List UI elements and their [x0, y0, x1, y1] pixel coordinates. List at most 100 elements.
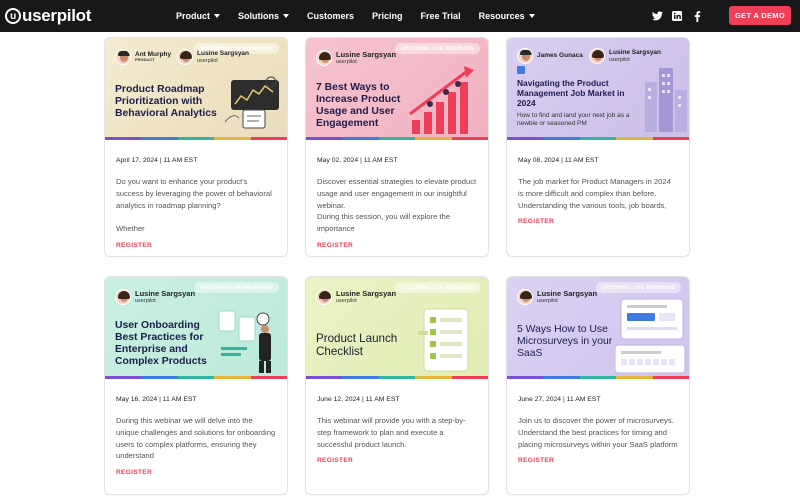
host-info: Ant Murphy PRODUCT: [115, 49, 171, 65]
webinar-title: Navigating the Product Management Job Ma…: [517, 78, 625, 108]
host-brand: PRODUCT: [135, 57, 155, 63]
webinar-subtitle: How to find and land your next job as a …: [517, 112, 630, 128]
webinar-title: Product Launch Checklist: [316, 332, 398, 359]
host-brand: userpilot: [537, 298, 558, 305]
webinar-thumbnail[interactable]: UPCOMING LIVE WEBINARS Lusine Sargsyan u…: [306, 38, 488, 140]
avatar: [316, 50, 332, 66]
webinar-title: User Onboarding Best Practices for Enter…: [115, 320, 207, 368]
logo-text: userpilot: [22, 6, 92, 25]
webinar-date: June 27, 2024 | 11 AM EST: [518, 396, 601, 403]
microsurvey-illustration: [615, 298, 686, 374]
host-brand: userpilot: [135, 298, 156, 305]
avatar: [177, 49, 193, 65]
avatar: [115, 49, 131, 65]
nav-item-label: Solutions: [238, 11, 280, 21]
onboarding-illustration: [218, 310, 271, 373]
webinar-thumbnail[interactable]: James Gunaca Lusine Sargsyan userpilot N…: [507, 38, 689, 140]
webinar-card[interactable]: UPCOMING LIVE WEBINARS Ant Murphy PRODUC…: [104, 37, 288, 257]
register-link[interactable]: REGISTER: [518, 218, 678, 225]
host-info: Lusine Sargsyan userpilot: [316, 289, 396, 305]
webinar-thumbnail[interactable]: UPCOMING LIVE WEBINARS Ant Murphy PRODUC…: [105, 38, 287, 140]
tablet-illustration: [224, 76, 279, 129]
nav-item-customers[interactable]: Customers: [307, 11, 354, 21]
host-name: Lusine Sargsyan: [135, 288, 196, 298]
upcoming-badge: UPCOMING LIVE WEBINARS: [394, 43, 480, 54]
color-stripe: [507, 376, 689, 379]
nav-item-product[interactable]: Product: [176, 11, 221, 21]
webinar-card[interactable]: UPCOMING LIVE WEBINARS Lusine Sargsyan u…: [305, 37, 489, 257]
color-stripe: [306, 137, 488, 140]
host-name: Lusine Sargsyan: [537, 288, 598, 298]
brand-square-icon: [517, 66, 525, 74]
webinar-title: Product Roadmap Prioritization with Beha…: [115, 84, 217, 120]
webinar-description: During this webinar we will delve into t…: [116, 416, 276, 461]
nav-item-label: Pricing: [372, 11, 403, 21]
host-info: Lusine Sargsyan userpilot: [177, 49, 249, 65]
nav-item-pricing[interactable]: Pricing: [372, 11, 403, 21]
chevron-down-icon: [214, 14, 221, 18]
webinar-card[interactable]: UPCOMING LIVE WEBINARS Lusine Sargsyan u…: [104, 276, 288, 495]
nav-item-label: Product: [176, 11, 211, 21]
color-stripe: [507, 137, 689, 140]
webinar-card[interactable]: UPCOMING LIVE WEBINARS Lusine Sargsyan u…: [305, 276, 489, 495]
growth-chart-illustration: [409, 66, 474, 134]
host-info: Lusine Sargsyan userpilot: [316, 50, 396, 66]
avatar: [517, 289, 533, 305]
register-link[interactable]: REGISTER: [116, 242, 276, 249]
nav-menu: Product Solutions Customers Pricing Free…: [176, 0, 535, 32]
webinar-title: 7 Best Ways to Increase Product Usage an…: [316, 82, 401, 130]
logo-mark: u: [5, 8, 21, 24]
webinar-description: This webinar will provide you with a ste…: [317, 416, 466, 449]
host-name: Lusine Sargsyan: [609, 49, 662, 57]
webinar-thumbnail[interactable]: UPCOMING LIVE WEBINARS Lusine Sargsyan u…: [507, 277, 689, 379]
host-info: Lusine Sargsyan userpilot: [115, 289, 195, 305]
top-navigation: u userpilot Product Solutions Customers …: [0, 0, 800, 32]
webinar-title: 5 Ways How to Use Microsurveys in your S…: [517, 324, 613, 360]
avatar: [115, 289, 131, 305]
color-stripe: [105, 376, 287, 379]
host-brand: userpilot: [197, 57, 218, 64]
facebook-icon[interactable]: [690, 9, 704, 23]
webinar-date: June 12, 2024 | 11 AM EST: [317, 396, 400, 403]
upcoming-badge: UPCOMING LIVE WEBINARS: [595, 282, 681, 293]
webinar-card[interactable]: James Gunaca Lusine Sargsyan userpilot N…: [506, 37, 690, 257]
webinar-card[interactable]: UPCOMING LIVE WEBINARS Lusine Sargsyan u…: [506, 276, 690, 495]
webinar-thumbnail[interactable]: UPCOMING LIVE WEBINARS Lusine Sargsyan u…: [306, 277, 488, 379]
webinar-description: The job market for Product Managers in 2…: [518, 177, 671, 210]
city-illustration: [645, 68, 687, 132]
webinar-thumbnail[interactable]: UPCOMING LIVE WEBINARS Lusine Sargsyan u…: [105, 277, 287, 379]
register-link[interactable]: REGISTER: [116, 469, 276, 476]
chevron-down-icon: [528, 14, 535, 18]
host-info: James Gunaca: [517, 48, 583, 64]
register-link[interactable]: REGISTER: [317, 242, 477, 249]
userpilot-logo[interactable]: u userpilot: [5, 6, 91, 26]
avatar: [589, 48, 605, 64]
avatar: [316, 289, 332, 305]
webinar-date: May 02, 2024 | 11 AM EST: [317, 157, 398, 164]
webinar-date: May 16, 2024 | 11 AM EST: [116, 396, 197, 403]
host-name: Lusine Sargsyan: [336, 288, 397, 298]
webinar-description: Discover essential strategies to elevate…: [317, 177, 477, 234]
nav-item-free-trial[interactable]: Free Trial: [421, 11, 461, 21]
twitter-icon[interactable]: [650, 9, 664, 23]
webinar-description: Do you want to enhance your product's su…: [116, 177, 272, 234]
color-stripe: [306, 376, 488, 379]
nav-item-solutions[interactable]: Solutions: [238, 11, 290, 21]
webinar-date: April 17, 2024 | 11 AM EST: [116, 157, 198, 164]
webinar-description: Join us to discover the power of microsu…: [518, 416, 678, 449]
host-name: Lusine Sargsyan: [336, 49, 397, 59]
nav-item-label: Customers: [307, 11, 355, 21]
host-name: James Gunaca: [537, 52, 583, 60]
linkedin-icon[interactable]: [670, 9, 684, 23]
nav-item-label: Resources: [478, 11, 525, 21]
host-brand: userpilot: [336, 298, 357, 305]
nav-item-label: Free Trial: [420, 11, 461, 21]
color-stripe: [105, 137, 287, 140]
get-a-demo-button[interactable]: GET A DEMO: [729, 6, 791, 25]
webinar-date: May 08, 2024 | 11 AM EST: [518, 157, 599, 164]
host-name: Lusine Sargsyan: [197, 50, 250, 58]
nav-item-resources[interactable]: Resources: [479, 11, 535, 21]
host-brand: userpilot: [336, 59, 357, 66]
register-link[interactable]: REGISTER: [317, 457, 477, 464]
register-link[interactable]: REGISTER: [518, 457, 678, 464]
